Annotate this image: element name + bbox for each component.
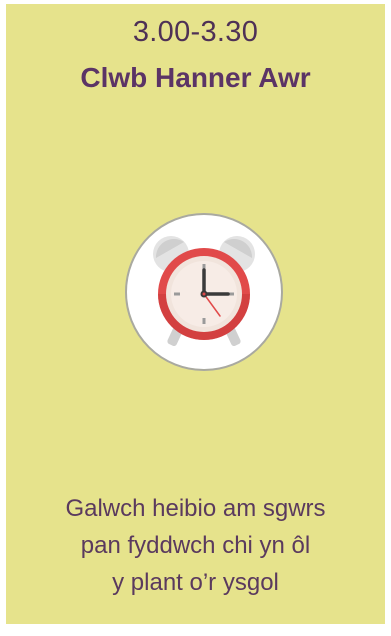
alarm-clock-icon	[124, 212, 284, 372]
message-line: y plant o’r ysgol	[112, 569, 279, 596]
club-card: 3.00-3.30 Clwb Hanner Awr Galwch heibio …	[6, 4, 385, 624]
message-line: pan fyddwch chi yn ôl	[80, 532, 311, 559]
message-line: Galwch heibio am sgwrs	[65, 495, 326, 522]
message: Galwch heibio am sgwrs pan fyddwch chi y…	[6, 490, 385, 601]
time-range: 3.00-3.30	[132, 16, 259, 48]
club-title: Clwb Hanner Awr	[80, 62, 311, 93]
